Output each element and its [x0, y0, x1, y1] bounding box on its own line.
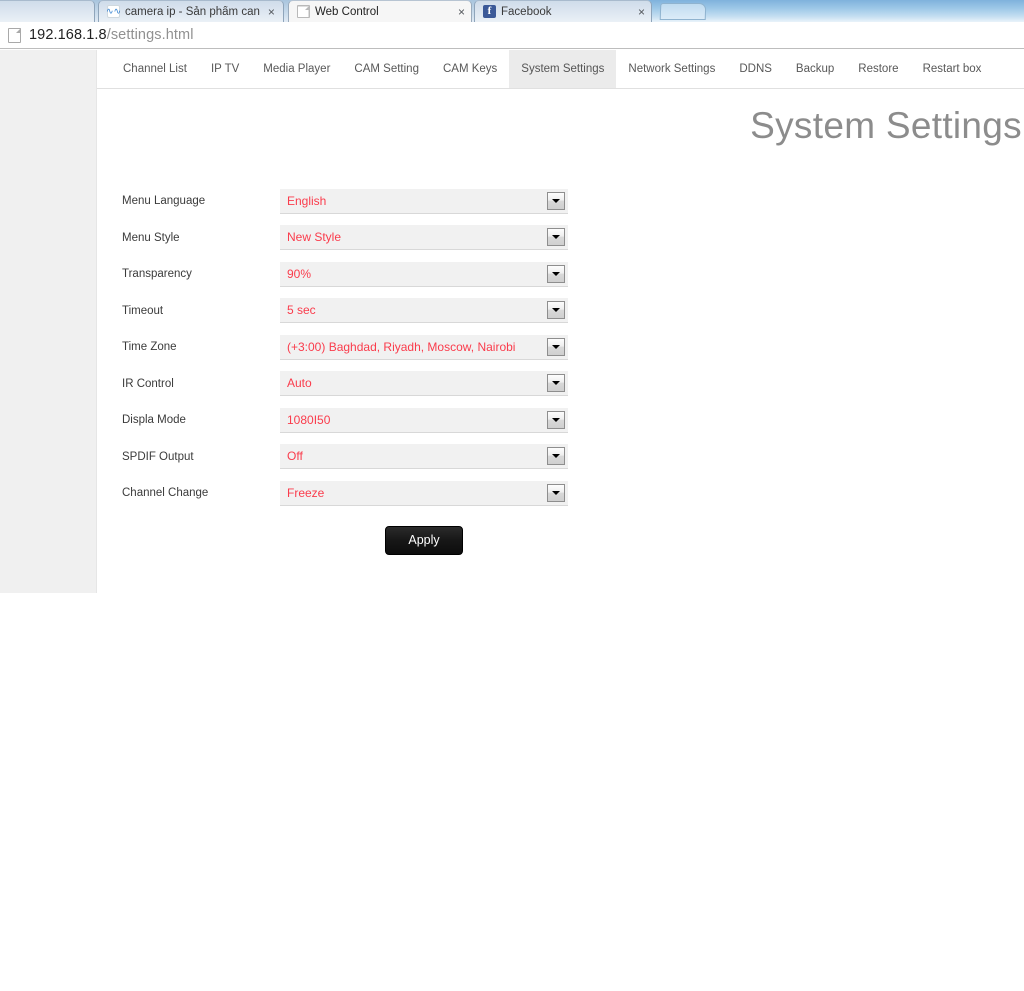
field-value: New Style [287, 230, 342, 245]
form-row-menu-language: Menu Language English [122, 183, 622, 220]
browser-tab-3[interactable]: f Facebook × [474, 0, 652, 22]
field-label: Transparency [122, 268, 192, 281]
field-label: Menu Style [122, 231, 180, 244]
chevron-down-icon[interactable] [547, 191, 565, 210]
camera-icon: ∿∿ [105, 5, 122, 18]
form-row-transparency: Transparency 90% [122, 256, 622, 293]
field-label: Channel Change [122, 487, 209, 500]
chevron-down-icon[interactable] [547, 410, 565, 429]
field-value: Off [287, 449, 303, 464]
browser-tab-title: camera ip - Sản phẩm can [125, 5, 260, 18]
ir-control-select[interactable]: Auto [280, 371, 568, 397]
left-rail [0, 50, 97, 593]
field-value: English [287, 193, 327, 208]
browser-tab-1[interactable]: ∿∿ camera ip - Sản phẩm can × [98, 0, 284, 22]
nav-item-system-settings[interactable]: System Settings [509, 50, 617, 88]
browser-tab-0[interactable]: × [0, 0, 95, 22]
field-label: IR Control [122, 377, 174, 390]
page-body: Channel List IP TV Media Player CAM Sett… [0, 50, 1024, 991]
nav-item-cam-setting[interactable]: CAM Setting [342, 50, 431, 88]
menu-style-select[interactable]: New Style [280, 225, 568, 251]
content-area: Channel List IP TV Media Player CAM Sett… [97, 50, 1024, 991]
form-row-displa-mode: Displa Mode 1080I50 [122, 402, 622, 439]
page-icon [297, 5, 310, 18]
form-row-channel-change: Channel Change Freeze [122, 475, 622, 512]
displa-mode-select[interactable]: 1080I50 [280, 407, 568, 433]
channel-change-select[interactable]: Freeze [280, 480, 568, 506]
nav-item-restore[interactable]: Restore [846, 50, 910, 88]
spdif-output-select[interactable]: Off [280, 444, 568, 470]
browser-tab-2[interactable]: Web Control × [288, 0, 472, 22]
field-label: Timeout [122, 304, 164, 317]
field-label: Time Zone [122, 341, 177, 354]
tab-close-icon[interactable]: × [268, 6, 275, 18]
field-label: Displa Mode [122, 414, 186, 427]
address-host: 192.168.1.8 [29, 27, 107, 43]
nav-item-media-player[interactable]: Media Player [251, 50, 342, 88]
field-label: Menu Language [122, 195, 206, 208]
timeout-select[interactable]: 5 sec [280, 298, 568, 324]
nav-item-channel-list[interactable]: Channel List [111, 50, 199, 88]
nav-item-network-settings[interactable]: Network Settings [616, 50, 727, 88]
tab-close-icon[interactable]: × [458, 6, 465, 18]
field-value: 5 sec [287, 303, 316, 318]
chevron-down-icon[interactable] [547, 337, 565, 356]
nav-item-restart-box[interactable]: Restart box [911, 50, 994, 88]
new-tab-button[interactable] [659, 3, 707, 20]
field-value: 90% [287, 266, 312, 281]
form-row-ir-control: IR Control Auto [122, 366, 622, 403]
nav-item-backup[interactable]: Backup [784, 50, 846, 88]
chevron-down-icon[interactable] [547, 228, 565, 247]
main-navigation: Channel List IP TV Media Player CAM Sett… [97, 50, 1024, 89]
field-value: Auto [287, 376, 312, 391]
tab-close-icon[interactable]: × [638, 6, 645, 18]
facebook-icon: f [483, 5, 496, 18]
chevron-down-icon[interactable] [547, 447, 565, 466]
transparency-select[interactable]: 90% [280, 261, 568, 287]
field-value: 1080I50 [287, 412, 331, 427]
address-bar-text: 192.168.1.8/settings.html [29, 27, 194, 43]
time-zone-select[interactable]: (+3:00) Baghdad, Riyadh, Moscow, Nairobi [280, 334, 568, 360]
address-bar[interactable]: 192.168.1.8/settings.html [0, 22, 1024, 49]
field-value: (+3:00) Baghdad, Riyadh, Moscow, Nairobi [287, 339, 516, 354]
apply-button[interactable]: Apply [385, 525, 463, 555]
chevron-down-icon[interactable] [547, 483, 565, 502]
form-row-timeout: Timeout 5 sec [122, 293, 622, 330]
document-icon [8, 27, 21, 43]
form-row-spdif-output: SPDIF Output Off [122, 439, 622, 476]
form-row-menu-style: Menu Style New Style [122, 220, 622, 257]
page-title: System Settings [750, 105, 1022, 146]
chevron-down-icon[interactable] [547, 301, 565, 320]
field-value: Freeze [287, 485, 325, 500]
settings-form: Menu Language English Menu Style New Sty… [122, 183, 622, 555]
browser-tabstrip: × ∿∿ camera ip - Sản phẩm can × Web Cont… [0, 0, 1024, 22]
address-path: /settings.html [106, 27, 194, 43]
nav-item-cam-keys[interactable]: CAM Keys [431, 50, 509, 88]
chevron-down-icon[interactable] [547, 264, 565, 283]
menu-language-select[interactable]: English [280, 188, 568, 214]
browser-tab-title: Facebook [501, 5, 552, 18]
browser-chrome: × ∿∿ camera ip - Sản phẩm can × Web Cont… [0, 0, 1024, 22]
form-row-time-zone: Time Zone (+3:00) Baghdad, Riyadh, Mosco… [122, 329, 622, 366]
nav-item-ddns[interactable]: DDNS [727, 50, 784, 88]
apply-button-row: Apply [122, 525, 622, 555]
chevron-down-icon[interactable] [547, 374, 565, 393]
browser-tab-title: Web Control [315, 5, 379, 18]
nav-item-ip-tv[interactable]: IP TV [199, 50, 251, 88]
field-label: SPDIF Output [122, 450, 194, 463]
